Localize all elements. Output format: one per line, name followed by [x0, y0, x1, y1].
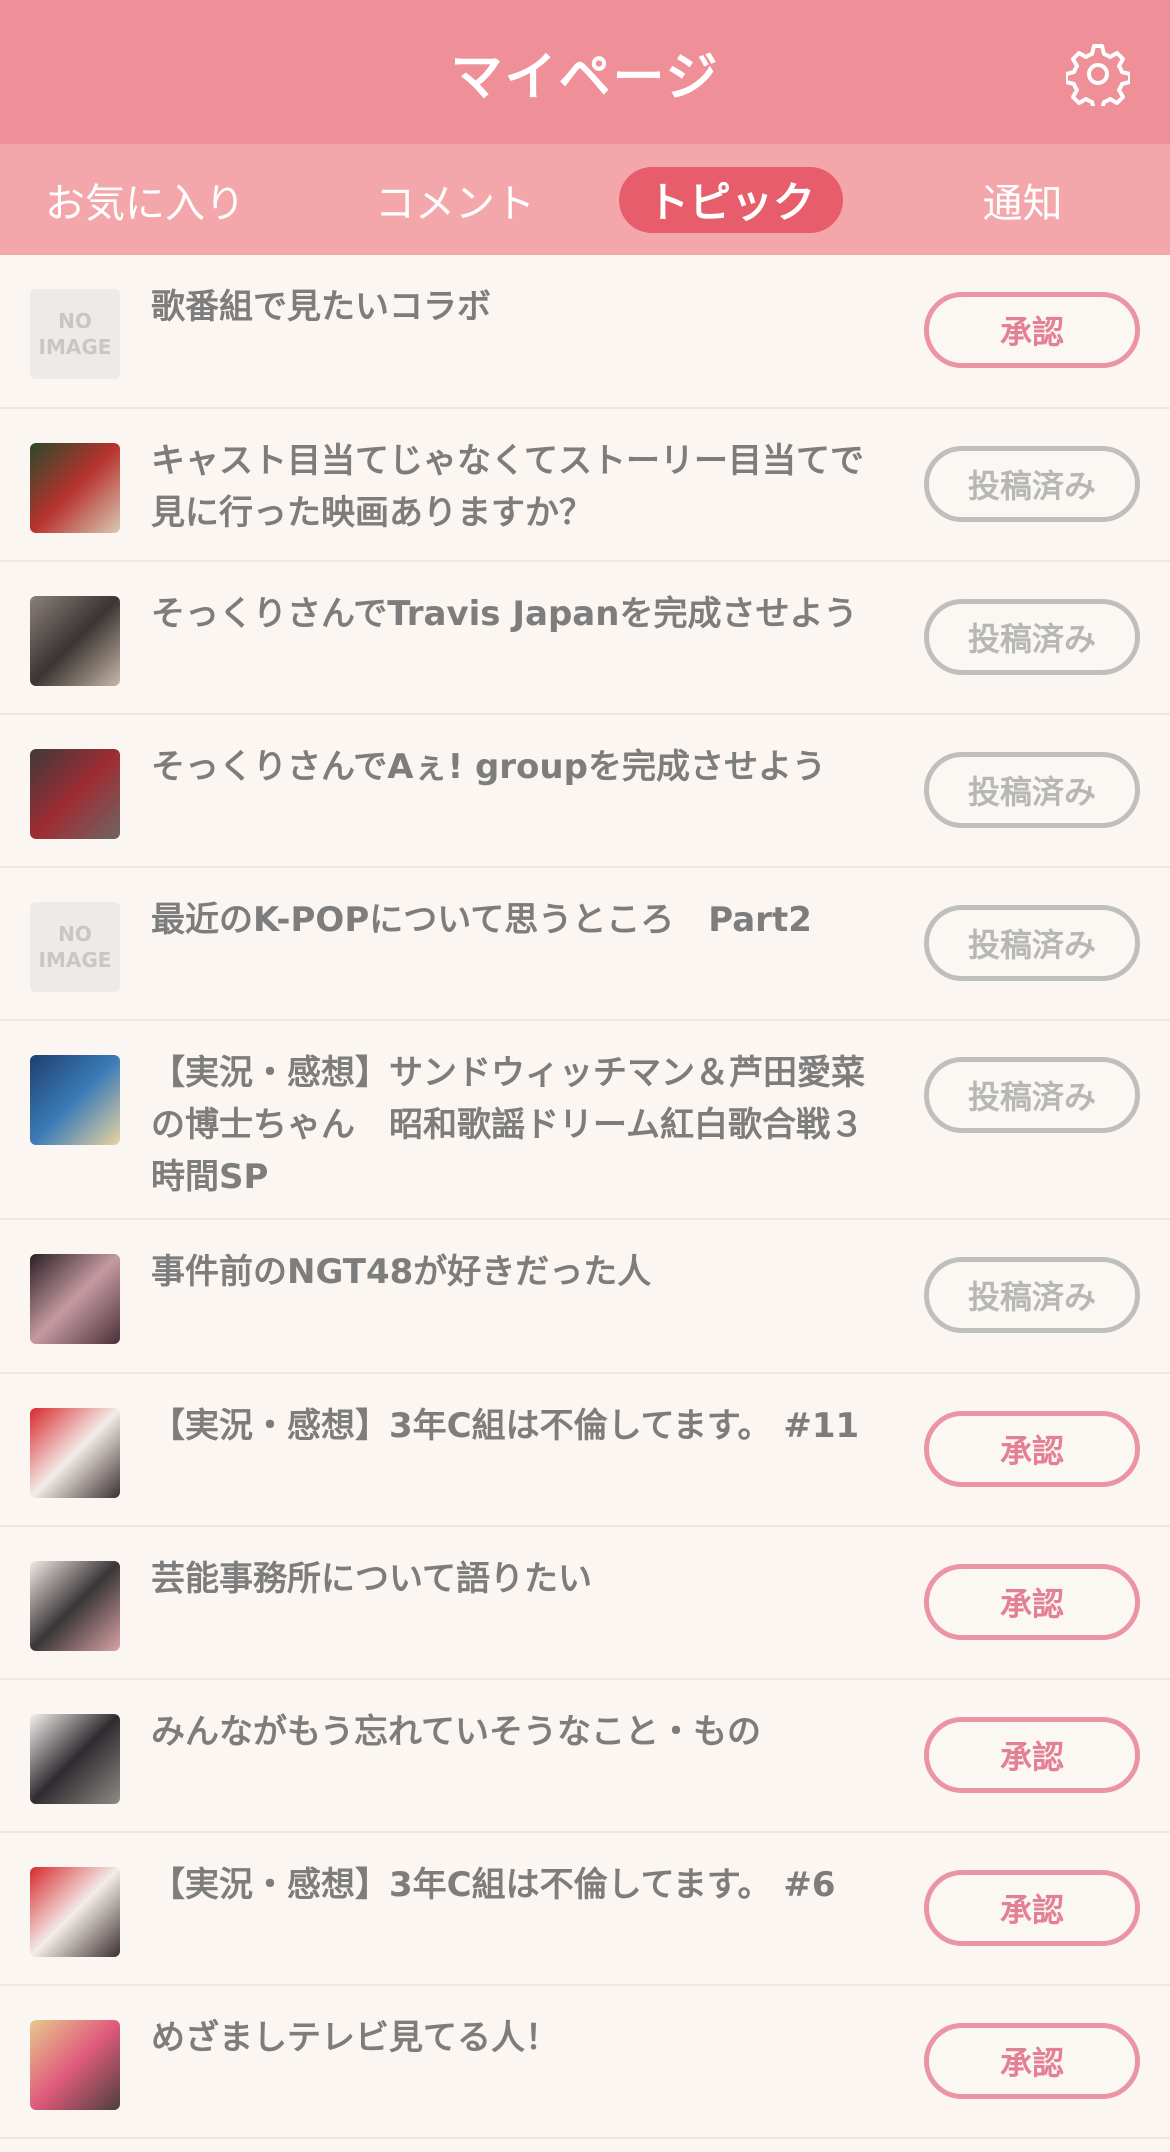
page-title: マイページ [450, 47, 720, 108]
topic-title: 【実況・感想】3年C組は不倫してます。 #11 [151, 1406, 860, 1446]
topic-title: 歌番組で見たいコラボ [151, 287, 491, 327]
topic-title: 最近のK-POPについて思うところ Part2 [151, 900, 812, 940]
no-image-placeholder: NO IMAGE [30, 289, 120, 379]
topic-thumbnail [30, 1561, 120, 1651]
topic-title: みんながもう忘れていそうなこと・もの [151, 1712, 761, 1752]
tab-topics[interactable]: トピック [619, 144, 843, 255]
list-item[interactable]: 【実況・感想】3年C組は不倫してます。 #11 承認 [0, 1374, 1170, 1527]
topic-title: そっくりさんでAぇ! groupを完成させよう [151, 747, 826, 787]
approve-button[interactable]: 承認 [924, 292, 1140, 368]
no-image-placeholder: NO IMAGE [30, 902, 120, 992]
topic-thumbnail [30, 1408, 120, 1498]
tab-label: トピック [619, 166, 843, 233]
topic-thumbnail [30, 749, 120, 839]
topic-thumbnail [30, 1714, 120, 1804]
list-item[interactable]: キャスト目当てじゃなくてストーリー目当てで見に行った映画ありますか？ 投稿済み [0, 409, 1170, 562]
topic-title: 芸能事務所について語りたい [151, 1559, 592, 1599]
list-item[interactable]: そっくりさんでTravis Japanを完成させよう 投稿済み [0, 562, 1170, 715]
tab-bar: お気に入り コメント トピック 通知 [0, 144, 1170, 255]
approve-button[interactable]: 承認 [924, 1564, 1140, 1640]
app-header: マイページ [0, 0, 1170, 144]
no-image-label: IMAGE [38, 335, 112, 359]
topic-list: NO IMAGE 歌番組で見たいコラボ 承認 キャスト目当てじゃなくてストーリー目当てで… [0, 255, 1170, 2139]
topic-thumbnail [30, 596, 120, 686]
approve-button[interactable]: 承認 [924, 1411, 1140, 1487]
topic-thumbnail [30, 2020, 120, 2110]
topic-title: 【実況・感想】サンドウィッチマン＆芦田愛菜の博士ちゃん 昭和歌謡ドリーム紅白歌合… [151, 1053, 865, 1197]
topic-thumbnail [30, 1867, 120, 1957]
tab-label: お気に入り [45, 180, 245, 227]
list-item[interactable]: そっくりさんでAぇ! groupを完成させよう 投稿済み [0, 715, 1170, 868]
no-image-label: NO [58, 922, 92, 946]
topic-thumbnail [30, 1055, 120, 1145]
posted-button[interactable]: 投稿済み [924, 446, 1140, 522]
tab-notifications[interactable]: 通知 [950, 144, 1095, 255]
list-item[interactable]: 事件前のNGT48が好きだった人 投稿済み [0, 1220, 1170, 1374]
gear-icon[interactable] [1064, 42, 1132, 112]
list-item[interactable]: みんながもう忘れていそうなこと・もの 承認 [0, 1680, 1170, 1833]
posted-button[interactable]: 投稿済み [924, 905, 1140, 981]
topic-title: キャスト目当てじゃなくてストーリー目当てで見に行った映画ありますか？ [151, 441, 864, 533]
approve-button[interactable]: 承認 [924, 1870, 1140, 1946]
list-item[interactable]: めざましテレビ見てる人！ 承認 [0, 1986, 1170, 2139]
posted-button[interactable]: 投稿済み [924, 1257, 1140, 1333]
topic-title: めざましテレビ見てる人！ [151, 2018, 559, 2058]
topic-thumbnail [30, 443, 120, 533]
list-item[interactable]: 【実況・感想】サンドウィッチマン＆芦田愛菜の博士ちゃん 昭和歌謡ドリーム紅白歌合… [0, 1021, 1170, 1220]
no-image-label: NO [58, 309, 92, 333]
tab-favorites[interactable]: お気に入り [30, 144, 260, 255]
topic-title: 事件前のNGT48が好きだった人 [151, 1252, 652, 1292]
tab-comments[interactable]: コメント [345, 144, 565, 255]
no-image-label: IMAGE [38, 948, 112, 972]
list-item[interactable]: 芸能事務所について語りたい 承認 [0, 1527, 1170, 1680]
topic-title: そっくりさんでTravis Japanを完成させよう [151, 594, 858, 634]
list-item[interactable]: 【実況・感想】3年C組は不倫してます。 #6 承認 [0, 1833, 1170, 1986]
tab-label: 通知 [982, 180, 1063, 227]
approve-button[interactable]: 承認 [924, 2023, 1140, 2099]
approve-button[interactable]: 承認 [924, 1717, 1140, 1793]
list-item[interactable]: NO IMAGE 最近のK-POPについて思うところ Part2 投稿済み [0, 868, 1170, 1021]
posted-button[interactable]: 投稿済み [924, 599, 1140, 675]
posted-button[interactable]: 投稿済み [924, 752, 1140, 828]
topic-title: 【実況・感想】3年C組は不倫してます。 #6 [151, 1865, 836, 1905]
list-item[interactable]: NO IMAGE 歌番組で見たいコラボ 承認 [0, 255, 1170, 409]
tab-label: コメント [375, 180, 535, 227]
topic-thumbnail [30, 1254, 120, 1344]
posted-button[interactable]: 投稿済み [924, 1057, 1140, 1133]
